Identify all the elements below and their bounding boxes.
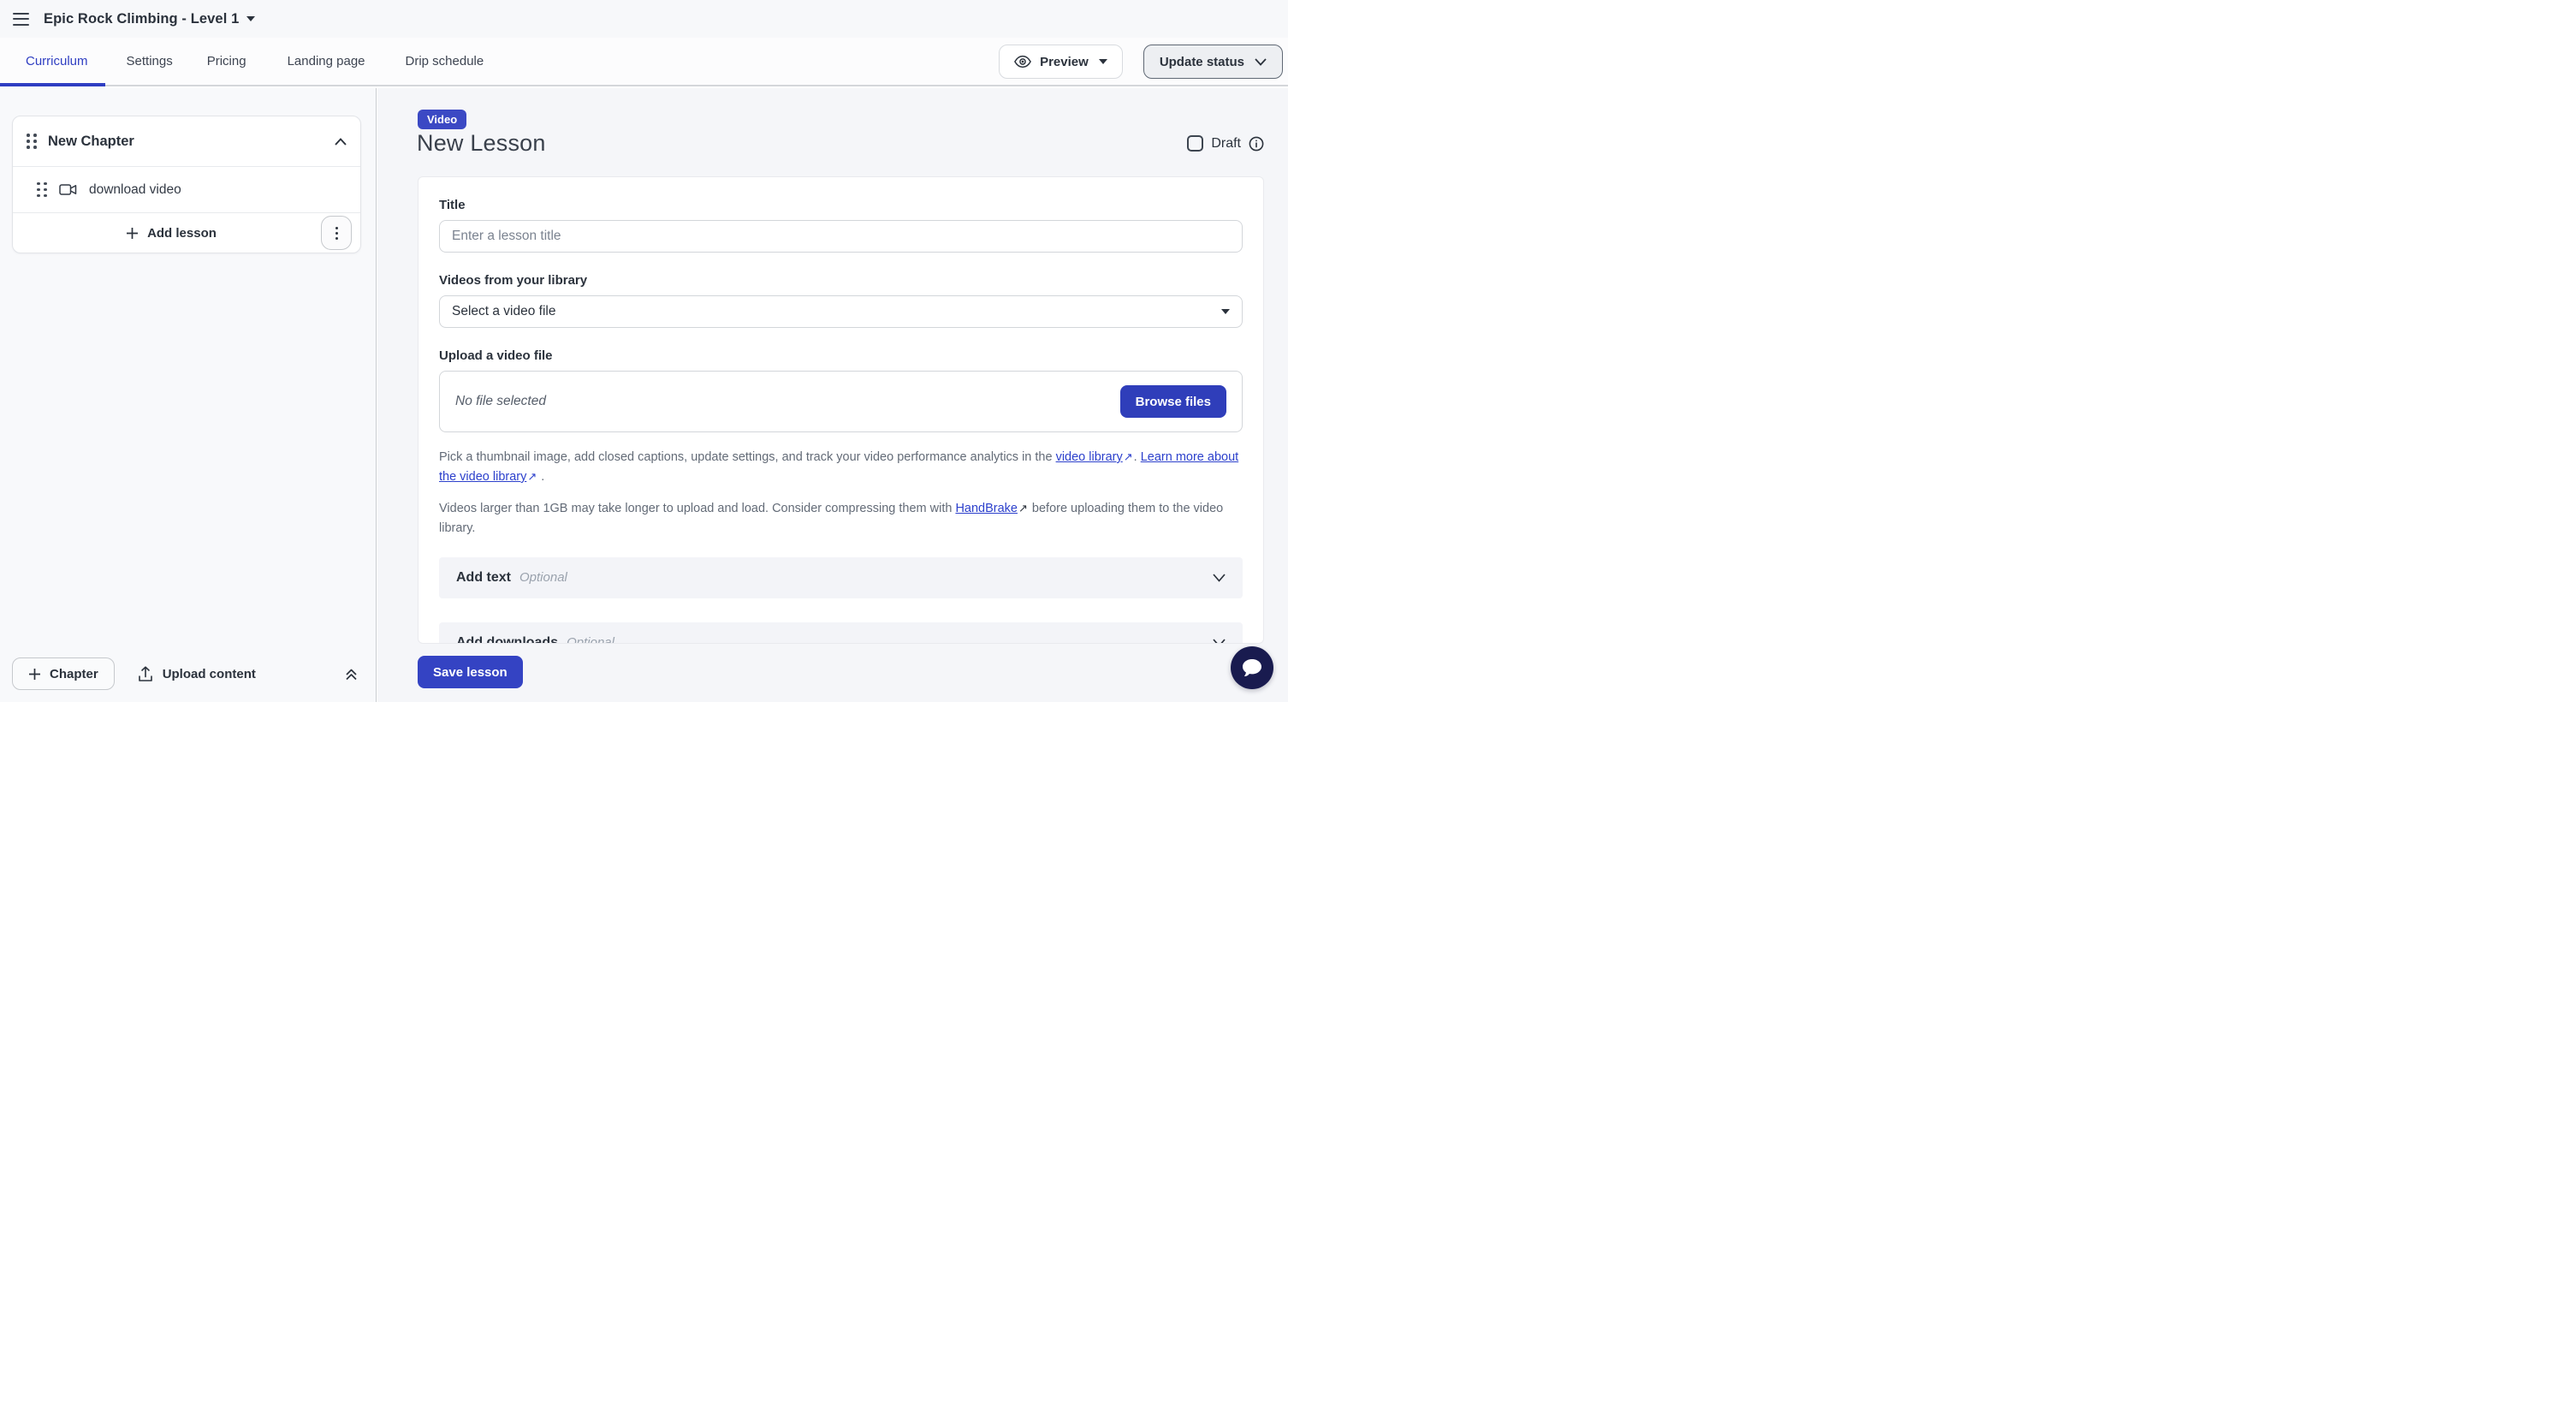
tab-landing-page[interactable]: Landing page xyxy=(288,38,365,85)
handbrake-link[interactable]: HandBrake xyxy=(955,502,1018,515)
upload-content-label: Upload content xyxy=(163,667,256,681)
add-downloads-accordion[interactable]: Add downloads Optional xyxy=(439,622,1243,644)
select-caret-down-icon xyxy=(1221,309,1230,314)
upload-content-button[interactable]: Upload content xyxy=(138,666,256,682)
no-file-selected-text: No file selected xyxy=(455,394,546,409)
chapter-card-footer: Add lesson xyxy=(13,212,360,253)
title-field-label: Title xyxy=(439,198,1243,212)
plus-icon xyxy=(126,227,139,240)
chapter-card: New Chapter download video Add lesson xyxy=(12,116,361,253)
chat-widget-button[interactable] xyxy=(1231,646,1273,689)
add-chapter-button[interactable]: Chapter xyxy=(12,657,115,690)
update-status-button[interactable]: Update status xyxy=(1143,45,1283,79)
chapter-options-kebab-button[interactable] xyxy=(321,216,352,250)
add-chapter-label: Chapter xyxy=(50,667,98,681)
help-text-segment: . xyxy=(537,470,544,484)
add-lesson-label: Add lesson xyxy=(147,226,217,241)
browse-files-button[interactable]: Browse files xyxy=(1120,385,1226,418)
tab-settings[interactable]: Settings xyxy=(127,38,173,85)
update-status-label: Update status xyxy=(1160,55,1244,69)
chevron-down-icon xyxy=(1213,574,1226,582)
help-text-segment: Pick a thumbnail image, add closed capti… xyxy=(439,450,1056,464)
chevron-down-icon xyxy=(1213,639,1226,644)
compression-help-text: Videos larger than 1GB may take longer t… xyxy=(439,499,1243,538)
header-actions: Preview Update status xyxy=(999,45,1283,79)
eye-icon xyxy=(1014,55,1031,68)
video-library-selected-value: Select a video file xyxy=(452,304,556,319)
tab-curriculum[interactable]: Curriculum xyxy=(0,38,105,85)
add-lesson-button[interactable]: Add lesson xyxy=(126,226,217,241)
save-lesson-button[interactable]: Save lesson xyxy=(418,656,523,688)
library-field-label: Videos from your library xyxy=(439,273,1243,288)
speech-bubble-icon xyxy=(1241,657,1263,678)
drag-handle-icon[interactable] xyxy=(27,134,37,149)
lesson-page-title: New Lesson xyxy=(417,130,546,157)
top-header: Epic Rock Climbing - Level 1 xyxy=(0,0,1288,38)
external-link-icon: ↗ xyxy=(1018,500,1029,518)
lesson-editor: Video New Lesson Draft Title Videos from… xyxy=(377,88,1288,702)
tab-pricing[interactable]: Pricing xyxy=(207,38,246,85)
info-icon[interactable] xyxy=(1249,136,1264,152)
chapter-title: New Chapter xyxy=(48,134,134,150)
help-text-segment: Videos larger than 1GB may take longer t… xyxy=(439,502,955,515)
video-library-help-text: Pick a thumbnail image, add closed capti… xyxy=(439,448,1243,487)
add-text-label: Add text xyxy=(456,570,511,586)
preview-button-label: Preview xyxy=(1040,55,1089,69)
plus-icon xyxy=(28,668,41,681)
course-title[interactable]: Epic Rock Climbing - Level 1 xyxy=(44,11,239,27)
optional-label: Optional xyxy=(567,635,614,644)
lesson-row[interactable]: download video xyxy=(13,166,360,212)
draft-toggle-group: Draft xyxy=(1187,135,1264,152)
lesson-type-badge: Video xyxy=(418,110,466,129)
lesson-form-card: Title Videos from your library Select a … xyxy=(418,176,1264,644)
collapse-all-icon[interactable] xyxy=(344,667,359,681)
upload-icon xyxy=(138,666,153,682)
lesson-title-input[interactable] xyxy=(439,220,1243,253)
tab-drip-schedule[interactable]: Drip schedule xyxy=(406,38,484,85)
video-camera-icon xyxy=(59,183,77,196)
preview-caret-down-icon xyxy=(1099,59,1107,64)
tab-bar: Curriculum Settings Pricing Landing page… xyxy=(0,38,1288,86)
file-upload-box: No file selected Browse files xyxy=(439,371,1243,432)
video-library-select[interactable]: Select a video file xyxy=(439,295,1243,328)
preview-button[interactable]: Preview xyxy=(999,45,1123,79)
add-text-accordion[interactable]: Add text Optional xyxy=(439,557,1243,598)
chapter-header[interactable]: New Chapter xyxy=(13,116,360,166)
help-text-segment: . xyxy=(1134,450,1141,464)
chevron-up-icon[interactable] xyxy=(335,138,347,146)
sidebar-footer: Chapter Upload content xyxy=(12,657,365,690)
drag-handle-icon[interactable] xyxy=(37,182,47,198)
draft-checkbox[interactable] xyxy=(1187,135,1203,152)
curriculum-sidebar: New Chapter download video Add lesson xyxy=(0,88,377,702)
draft-label: Draft xyxy=(1211,136,1241,152)
optional-label: Optional xyxy=(519,570,567,585)
video-library-link[interactable]: video library xyxy=(1056,450,1123,464)
lesson-title: download video xyxy=(89,182,181,198)
chevron-down-icon xyxy=(1255,58,1267,66)
add-downloads-label: Add downloads xyxy=(456,635,558,644)
external-link-icon: ↗ xyxy=(1123,449,1134,467)
course-title-caret-down-icon[interactable] xyxy=(246,16,255,21)
external-link-icon: ↗ xyxy=(526,468,537,486)
hamburger-menu-icon[interactable] xyxy=(13,13,29,26)
upload-field-label: Upload a video file xyxy=(439,348,1243,363)
